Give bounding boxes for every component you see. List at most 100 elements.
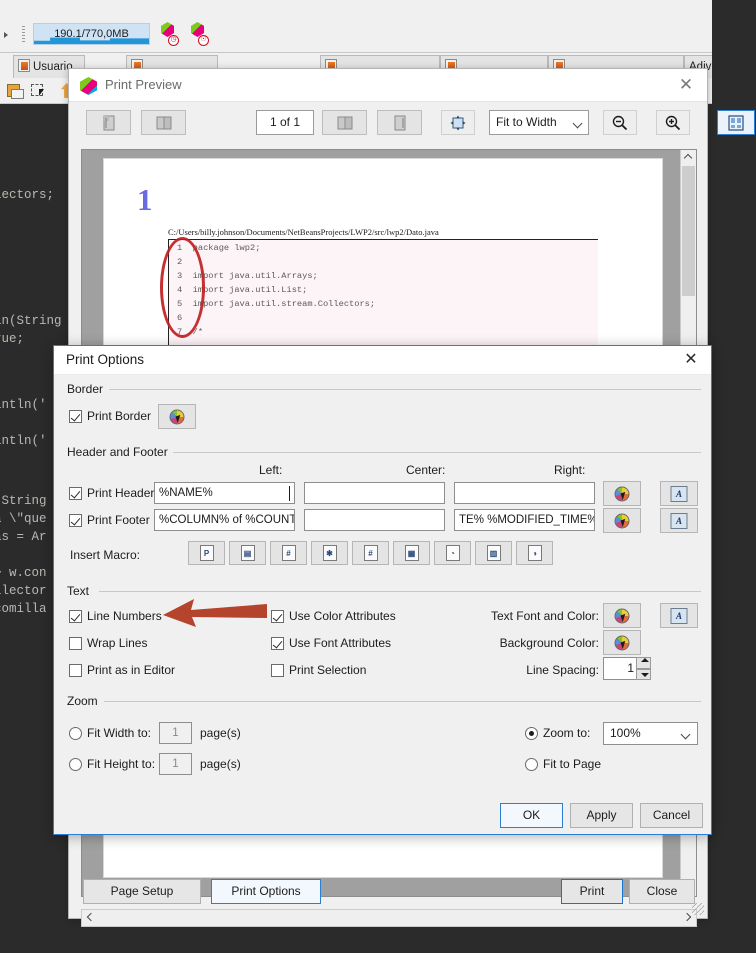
wrap-lines-checkbox[interactable] [69, 637, 82, 650]
print-header-label: Print Header [87, 486, 155, 500]
zoom-to-radio[interactable] [525, 727, 538, 740]
first-page-button[interactable] [86, 110, 131, 135]
footer-color-button[interactable] [603, 508, 641, 533]
zoom-mode-select[interactable]: Fit to Width [489, 110, 589, 135]
page-number-field[interactable]: 1 of 1 [256, 110, 314, 135]
first-page-icon [103, 115, 114, 130]
header-footer-group-label: Header and Footer [67, 445, 173, 459]
zoom-in-button[interactable] [656, 110, 690, 135]
use-font-attributes-label: Use Font Attributes [289, 636, 392, 650]
font-chooser-icon: A [670, 512, 688, 529]
code-line: (String [0, 494, 47, 508]
print-options-titlebar: Print Options ✕ [54, 346, 711, 375]
print-header-checkbox[interactable] [69, 487, 82, 500]
scroll-left-button[interactable] [82, 910, 99, 926]
header-color-button[interactable] [603, 481, 641, 506]
zoom-out-button[interactable] [603, 110, 637, 135]
print-options-button[interactable]: Print Options [211, 879, 321, 904]
page-setup-button[interactable]: Page Setup [83, 879, 201, 904]
scrollbar-thumb[interactable] [682, 166, 695, 296]
zoom-to-select[interactable]: 100% [603, 722, 698, 745]
fit-page-icon [450, 115, 466, 130]
fit-width-value-field[interactable]: 1 [159, 722, 192, 744]
header-center-field[interactable] [304, 482, 445, 504]
header-right-field[interactable] [454, 482, 595, 504]
insert-macro-label: Insert Macro: [70, 548, 141, 562]
print-as-in-editor-checkbox[interactable] [69, 664, 82, 677]
memory-gauge[interactable]: 190.1/770,0MB [33, 23, 150, 45]
color-chooser-icon [614, 486, 630, 501]
footer-font-button[interactable]: A [660, 508, 698, 533]
red-arrow-annotation [163, 599, 267, 627]
gc-clock-badge: ◷ [168, 35, 179, 46]
color-chooser-icon [169, 409, 185, 424]
ide-status-bar: 190.1/770,0MB ◷ ☉ [0, 0, 756, 53]
chevron-down-icon [572, 118, 583, 129]
fit-width-unit-label: page(s) [200, 726, 241, 740]
fit-to-page-radio[interactable] [525, 758, 538, 771]
spinner-down-button[interactable] [636, 668, 651, 680]
macro-time-button[interactable]: ◔ [434, 541, 471, 565]
macro-column-button[interactable]: ✱ [311, 541, 348, 565]
next-page-button[interactable] [322, 110, 367, 135]
use-font-attributes-checkbox[interactable] [271, 637, 284, 650]
border-color-button[interactable] [158, 404, 196, 429]
fit-page-button[interactable] [441, 110, 475, 135]
gc-clock-icon[interactable]: ◷ [155, 22, 179, 46]
rectangular-selection-icon[interactable] [30, 82, 49, 100]
footer-right-field[interactable]: TE% %MODIFIED_TIME% [454, 509, 595, 531]
save-all-icon[interactable] [6, 82, 25, 100]
background-color-button[interactable] [603, 630, 641, 655]
fit-width-radio[interactable] [69, 727, 82, 740]
print-options-title: Print Options [66, 352, 145, 367]
print-footer-checkbox[interactable] [69, 514, 82, 527]
chevron-left-icon [86, 912, 96, 922]
macro-date-button[interactable]: ▦ [393, 541, 430, 565]
fit-height-radio[interactable] [69, 758, 82, 771]
header-font-button[interactable]: A [660, 481, 698, 506]
previous-page-button[interactable] [141, 110, 186, 135]
fit-height-value-field[interactable]: 1 [159, 753, 192, 775]
preview-code-line: 5 import java.util.stream.Collectors; [177, 299, 376, 309]
footer-left-field[interactable]: %COLUMN% of %COUNT% [154, 509, 295, 531]
preview-horizontal-scrollbar[interactable] [81, 909, 697, 927]
resize-grip[interactable] [692, 903, 704, 915]
use-color-attributes-label: Use Color Attributes [289, 609, 396, 623]
gc-stop-icon[interactable]: ☉ [185, 22, 209, 46]
toolbar-drag-handle[interactable] [22, 26, 25, 42]
line-spacing-spinner[interactable]: 1 [603, 657, 651, 680]
text-color-button[interactable] [603, 603, 641, 628]
print-footer-label: Print Footer [87, 513, 150, 527]
spinner-buttons[interactable] [636, 657, 651, 680]
footer-center-field[interactable] [304, 509, 445, 531]
macro-count-icon: # [281, 545, 296, 561]
macro-of-count-button[interactable]: # [352, 541, 389, 565]
line-numbers-checkbox[interactable] [69, 610, 82, 623]
macro-count-button[interactable]: # [270, 541, 307, 565]
apply-button[interactable]: Apply [570, 803, 633, 828]
close-button[interactable]: Close [629, 879, 695, 904]
text-font-button[interactable]: A [660, 603, 698, 628]
cancel-button[interactable]: Cancel [640, 803, 703, 828]
use-color-attributes-checkbox[interactable] [271, 610, 284, 623]
last-page-button[interactable] [377, 110, 422, 135]
code-line: a \"que [0, 512, 47, 526]
scroll-up-button[interactable] [681, 150, 696, 166]
chevron-down-icon [680, 729, 691, 740]
macro-file-name-button[interactable]: ▤ [229, 541, 266, 565]
print-border-checkbox[interactable] [69, 410, 82, 423]
ok-button[interactable]: OK [500, 803, 563, 828]
text-group-divider [99, 591, 701, 592]
toolbar-overflow-caret-icon[interactable] [4, 32, 8, 38]
print-preview-close-icon[interactable]: ✕ [675, 74, 697, 96]
macro-modified-time-button[interactable]: ◑ [516, 541, 553, 565]
macro-modified-date-button[interactable]: ▥ [475, 541, 512, 565]
macro-page-number-button[interactable]: P [188, 541, 225, 565]
spinner-up-button[interactable] [636, 657, 651, 669]
header-left-field[interactable]: %NAME% [154, 482, 295, 504]
page-layout-button[interactable] [717, 110, 755, 135]
print-options-close-icon[interactable]: ✕ [680, 350, 702, 371]
print-button[interactable]: Print [561, 879, 623, 904]
print-selection-checkbox[interactable] [271, 664, 284, 677]
line-spacing-label: Line Spacing: [526, 663, 599, 677]
